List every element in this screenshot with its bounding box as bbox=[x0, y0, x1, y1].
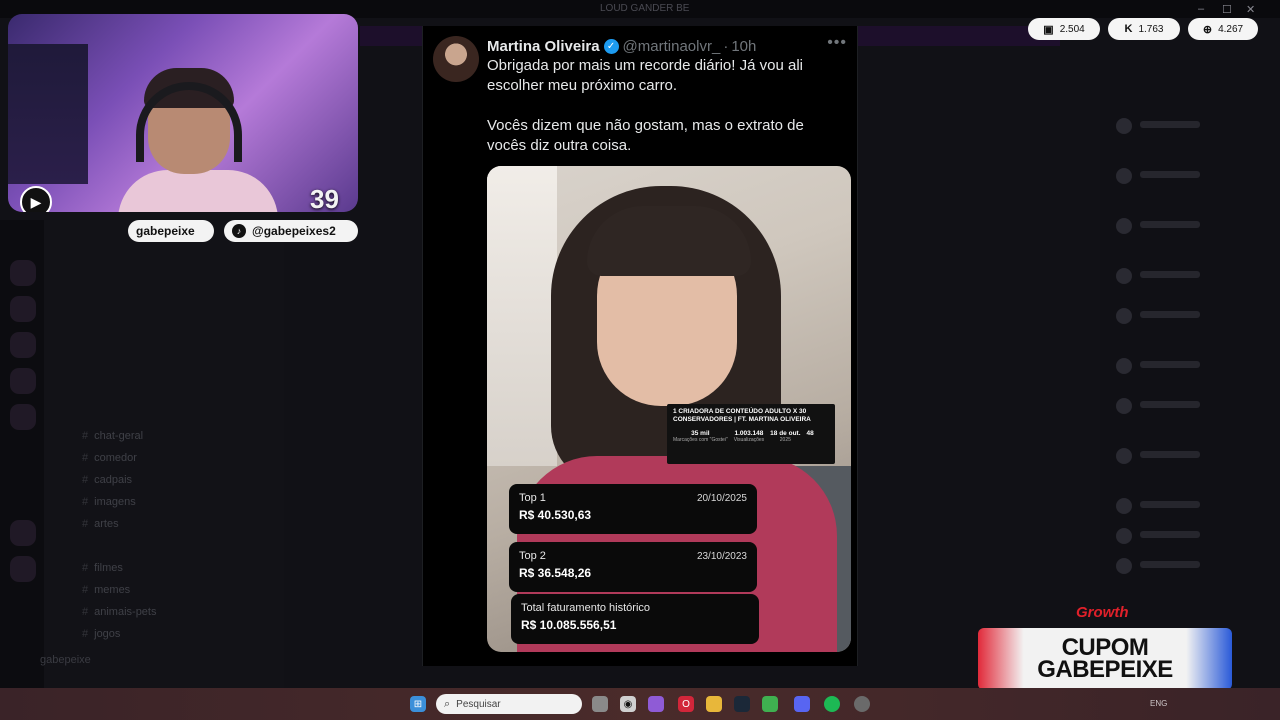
channel-item[interactable]: # artes bbox=[82, 518, 119, 530]
taskbar: ⊞ ⌕ Pesquisar ◉ O ENG bbox=[0, 688, 1280, 720]
coupon-banner: CUPOM GABEPEIXE bbox=[978, 628, 1232, 690]
tweet-image[interactable]: 1 CRIADORA DE CONTEÚDO ADULTO X 30 CONSE… bbox=[487, 166, 851, 652]
tweet-text: Obrigada por mais um recorde diário! Já … bbox=[487, 56, 847, 156]
coupon-code: GABEPEIXE bbox=[1037, 656, 1173, 683]
jersey-number: 39 bbox=[310, 184, 339, 212]
tiktok-icon: ♪ bbox=[232, 224, 246, 238]
member-item[interactable] bbox=[1116, 528, 1256, 544]
member-item[interactable] bbox=[1116, 118, 1256, 134]
server-icon[interactable] bbox=[10, 556, 36, 582]
maximize-button[interactable]: ☐ bbox=[1222, 3, 1232, 16]
figure-shelf bbox=[8, 44, 88, 184]
server-list bbox=[0, 220, 44, 688]
server-icon[interactable] bbox=[10, 332, 36, 358]
viewer-count-kick: K 1.763 bbox=[1108, 18, 1180, 40]
search-placeholder: Pesquisar bbox=[456, 698, 501, 710]
opera-icon[interactable]: O bbox=[678, 696, 694, 712]
channel-item[interactable]: # jogos bbox=[82, 628, 120, 640]
webcam-feed: 39 ▶ bbox=[8, 14, 358, 212]
kick-icon: K bbox=[1124, 23, 1133, 35]
language-indicator[interactable]: ENG bbox=[1150, 699, 1167, 708]
background-window-title: LOUD GANDER BE bbox=[600, 3, 690, 14]
taskbar-search[interactable]: ⌕ Pesquisar bbox=[436, 694, 582, 714]
channel-item[interactable]: # chat-geral bbox=[82, 430, 143, 442]
member-list bbox=[1100, 60, 1280, 620]
streamer bbox=[118, 68, 278, 212]
tweet-text-line: Obrigada por mais um recorde diário! Já … bbox=[487, 57, 803, 94]
steam-icon[interactable] bbox=[734, 696, 750, 712]
tweet-time[interactable]: 10h bbox=[731, 38, 756, 55]
video-stat: 48 bbox=[806, 430, 814, 437]
avatar[interactable] bbox=[433, 36, 479, 82]
obs-icon[interactable] bbox=[854, 696, 870, 712]
verified-badge-icon: ✓ bbox=[603, 38, 619, 54]
channel-list: # chat-geral # comedor # cadpais # imagens #… bbox=[44, 220, 284, 688]
server-icon[interactable] bbox=[10, 260, 36, 286]
server-icon[interactable] bbox=[10, 520, 36, 546]
twitch-icon: ▣ bbox=[1043, 23, 1054, 36]
video-stats-card: 1 CRIADORA DE CONTEÚDO ADULTO X 30 CONSE… bbox=[667, 404, 835, 464]
member-item[interactable] bbox=[1116, 218, 1256, 234]
viewer-count-twitch: ▣ 2.504 bbox=[1028, 18, 1100, 40]
minimize-button[interactable]: – bbox=[1198, 3, 1204, 15]
video-title: 1 CRIADORA DE CONTEÚDO ADULTO X 30 CONSE… bbox=[673, 408, 811, 423]
channel-item[interactable]: # imagens bbox=[82, 496, 136, 508]
start-button-icon[interactable]: ⊞ bbox=[410, 696, 426, 712]
tweet-header: Martina Oliveira ✓ @martinaolvr_ · 10h bbox=[487, 36, 847, 56]
earnings-card-top1: Top 1 20/10/2025 R$ 40.530,63 bbox=[509, 484, 757, 534]
author-handle[interactable]: @martinaolvr_ bbox=[623, 38, 721, 55]
screen: LOUD GANDER BE – ☐ ✕ # chat-geral # comedo… bbox=[0, 0, 1280, 720]
video-stat: 18 de out. 2025 bbox=[770, 430, 801, 443]
discord-icon[interactable] bbox=[794, 696, 810, 712]
close-button[interactable]: ✕ bbox=[1246, 3, 1255, 16]
server-icon[interactable] bbox=[10, 296, 36, 322]
earnings-card-top2: Top 2 23/10/2023 R$ 36.548,26 bbox=[509, 542, 757, 592]
channel-item[interactable]: # cadpais bbox=[82, 474, 132, 486]
video-stat: 1.003.148 Visualizações bbox=[733, 430, 765, 443]
search-icon: ⌕ bbox=[444, 697, 451, 710]
app-icon[interactable] bbox=[762, 696, 778, 712]
channel-item[interactable]: # comedor bbox=[82, 452, 137, 464]
author-name[interactable]: Martina Oliveira bbox=[487, 38, 600, 55]
file-explorer-icon[interactable] bbox=[706, 696, 722, 712]
more-options-icon[interactable]: ••• bbox=[827, 34, 847, 52]
member-item[interactable] bbox=[1116, 358, 1256, 374]
sponsor-logo: Growth bbox=[1076, 604, 1129, 621]
current-user: gabepeixe bbox=[40, 654, 91, 666]
member-item[interactable] bbox=[1116, 308, 1256, 324]
viewer-count-total: ⊕ 4.267 bbox=[1188, 18, 1258, 40]
member-item[interactable] bbox=[1116, 398, 1256, 414]
tweet-text-line: Vocês dizem que não gostam, mas o extrat… bbox=[487, 117, 804, 154]
server-icon[interactable] bbox=[10, 368, 36, 394]
earnings-card-total: Total faturamento histórico R$ 10.085.55… bbox=[511, 594, 759, 644]
video-stat: 35 mil Marcações com "Gostei" bbox=[673, 430, 728, 443]
member-item[interactable] bbox=[1116, 498, 1256, 514]
channel-item[interactable]: # filmes bbox=[82, 562, 123, 574]
separator-dot: · bbox=[723, 37, 729, 55]
social-handle-x: gabepeixe bbox=[128, 220, 214, 242]
channel-item[interactable]: # memes bbox=[82, 584, 130, 596]
play-logo-icon: ▶ bbox=[20, 186, 52, 212]
copilot-icon[interactable] bbox=[648, 696, 664, 712]
task-view-icon[interactable] bbox=[592, 696, 608, 712]
member-item[interactable] bbox=[1116, 558, 1256, 574]
social-handle-tiktok: ♪ @gabepeixes2 bbox=[224, 220, 358, 242]
globe-icon: ⊕ bbox=[1202, 23, 1213, 36]
app-icon[interactable]: ◉ bbox=[620, 696, 636, 712]
member-item[interactable] bbox=[1116, 448, 1256, 464]
server-icon[interactable] bbox=[10, 404, 36, 430]
spotify-icon[interactable] bbox=[824, 696, 840, 712]
channel-item[interactable]: # animais-pets bbox=[82, 606, 156, 618]
member-item[interactable] bbox=[1116, 268, 1256, 284]
tweet-card: Martina Oliveira ✓ @martinaolvr_ · 10h •… bbox=[422, 26, 858, 666]
member-item[interactable] bbox=[1116, 168, 1256, 184]
